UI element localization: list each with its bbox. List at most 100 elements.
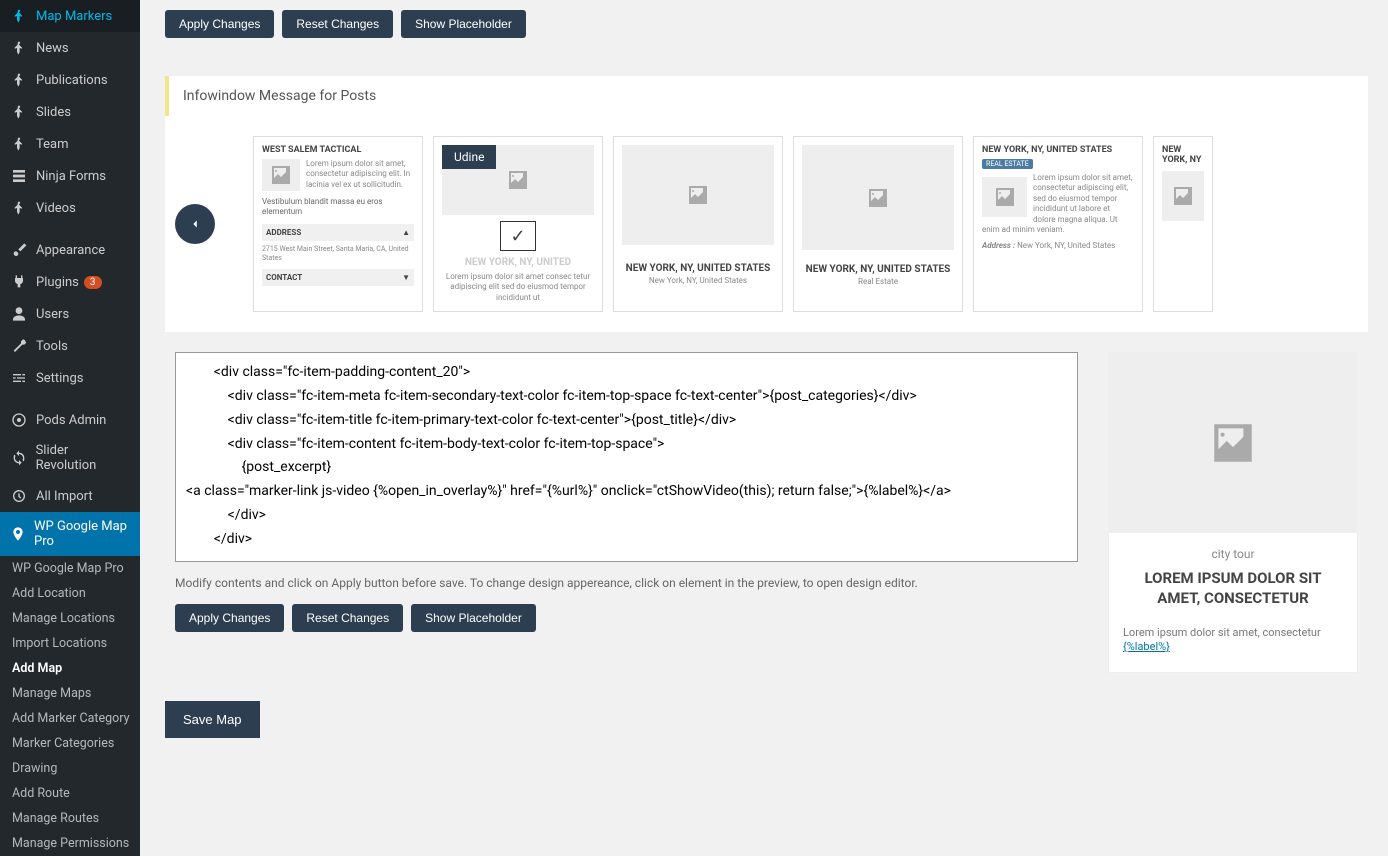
preview-card[interactable]: city tour LOREM IPSUM DOLOR SIT AMET, CO… <box>1108 352 1358 673</box>
sidebar-item-ninja-forms[interactable]: Ninja Forms <box>0 160 140 192</box>
sidebar-item-label: Tools <box>36 339 68 354</box>
sidebar-item-team[interactable]: Team <box>0 128 140 160</box>
image-placeholder-icon <box>262 159 300 191</box>
card-subtitle: Real Estate <box>802 277 954 286</box>
submenu-drawing[interactable]: Drawing <box>0 756 140 781</box>
editor-area: Modify contents and click on Apply butto… <box>165 332 1368 683</box>
update-badge: 3 <box>84 276 102 289</box>
refresh-icon <box>10 449 28 467</box>
sidebar-item-plugins[interactable]: Plugins3 <box>0 266 140 298</box>
user-icon <box>10 305 28 323</box>
pin-icon <box>10 103 28 121</box>
sidebar-item-videos[interactable]: Videos <box>0 192 140 224</box>
submenu-add-map[interactable]: Add Map <box>0 656 140 681</box>
import-icon <box>10 487 28 505</box>
card-address: 2715 West Main Street, Santa Maria, CA, … <box>262 245 414 263</box>
sidebar-item-label: WP Google Map Pro <box>34 519 130 549</box>
preview-title: LOREM IPSUM DOLOR SIT AMET, CONSECTETUR <box>1123 569 1343 608</box>
card-text: Vestibulum blandit massa eu eros element… <box>262 197 414 218</box>
sidebar-item-label: All Import <box>36 489 93 504</box>
apply-changes-button[interactable]: Apply Changes <box>165 10 274 38</box>
sidebar-item-tools[interactable]: Tools <box>0 330 140 362</box>
admin-sidebar: Map Markers News Publications Slides Tea… <box>0 0 140 856</box>
preview-category: city tour <box>1123 547 1343 561</box>
submenu-manage-locations[interactable]: Manage Locations <box>0 606 140 631</box>
sidebar-item-wp-google-map-pro[interactable]: WP Google Map Pro <box>0 512 140 556</box>
sidebar-item-label: Users <box>36 307 69 322</box>
top-button-row: Apply Changes Reset Changes Show Placeho… <box>165 0 1368 56</box>
chevron-left-icon <box>188 217 202 231</box>
pods-icon <box>10 411 28 429</box>
pin-icon <box>10 71 28 89</box>
chevron-down-icon: ▼ <box>402 273 410 282</box>
sidebar-item-label: Videos <box>36 201 76 216</box>
sidebar-item-label: Publications <box>36 73 108 88</box>
wrench-icon <box>10 337 28 355</box>
show-placeholder-button[interactable]: Show Placeholder <box>411 604 536 632</box>
reset-changes-button[interactable]: Reset Changes <box>282 10 393 38</box>
sidebar-item-label: Pods Admin <box>36 413 106 428</box>
sidebar-item-label: Appearance <box>36 243 105 258</box>
sidebar-item-slider-revolution[interactable]: Slider Revolution <box>0 436 140 480</box>
sidebar-item-users[interactable]: Users <box>0 298 140 330</box>
main-content: Apply Changes Reset Changes Show Placeho… <box>140 0 1388 856</box>
sidebar-item-pods-admin[interactable]: Pods Admin <box>0 404 140 436</box>
sidebar-item-all-import[interactable]: All Import <box>0 480 140 512</box>
template-card-1[interactable]: WEST SALEM TACTICAL Lorem ipsum dolor si… <box>253 136 423 312</box>
submenu-add-marker-category[interactable]: Add Marker Category <box>0 706 140 731</box>
sidebar-item-publications[interactable]: Publications <box>0 64 140 96</box>
sidebar-item-news[interactable]: News <box>0 32 140 64</box>
card-address: Address : New York, NY, United States <box>982 241 1134 251</box>
save-map-button[interactable]: Save Map <box>165 701 260 738</box>
image-placeholder-icon <box>1162 171 1204 221</box>
submenu-manage-routes[interactable]: Manage Routes <box>0 806 140 831</box>
template-carousel: WEST SALEM TACTICAL Lorem ipsum dolor si… <box>165 116 1368 332</box>
pin-icon <box>10 135 28 153</box>
card-text: Lorem ipsum dolor sit amet consec tetur … <box>442 272 594 303</box>
submenu-add-location[interactable]: Add Location <box>0 581 140 606</box>
brush-icon <box>10 241 28 259</box>
pin-icon <box>10 199 28 217</box>
submenu-manage-maps[interactable]: Manage Maps <box>0 681 140 706</box>
preview-link[interactable]: {%label%} <box>1123 640 1170 653</box>
map-icon <box>10 525 26 543</box>
pin-icon <box>10 39 28 57</box>
card-title: NEW YORK, NY, UNITED STATES <box>802 264 954 275</box>
card-badge: Udine <box>442 145 496 169</box>
help-text: Modify contents and click on Apply butto… <box>175 576 1078 590</box>
image-placeholder-icon <box>1109 353 1357 533</box>
template-card-4[interactable]: NEW YORK, NY, UNITED STATES Real Estate <box>793 136 963 312</box>
submenu-wp-google-map-pro[interactable]: WP Google Map Pro <box>0 556 140 581</box>
submenu-import-locations[interactable]: Import Locations <box>0 631 140 656</box>
carousel-prev-button[interactable] <box>175 204 215 244</box>
template-card-2[interactable]: Udine ✓ NEW YORK, NY, UNITED Lorem ipsum… <box>433 136 603 312</box>
card-address-header: ADDRESS▲ <box>262 224 414 241</box>
submenu-marker-categories[interactable]: Marker Categories <box>0 731 140 756</box>
sidebar-item-appearance[interactable]: Appearance <box>0 234 140 266</box>
chevron-up-icon: ▲ <box>402 228 410 237</box>
sidebar-item-label: Team <box>36 137 69 152</box>
slider-icon <box>10 369 28 387</box>
reset-changes-button[interactable]: Reset Changes <box>292 604 403 632</box>
sidebar-item-label: News <box>36 41 69 56</box>
preview-text: Lorem ipsum dolor sit amet, consectetur <box>1123 626 1343 639</box>
show-placeholder-button[interactable]: Show Placeholder <box>401 10 526 38</box>
pin-icon <box>10 7 28 25</box>
template-card-5[interactable]: NEW YORK, NY, UNITED STATES REAL ESTATE … <box>973 136 1143 312</box>
sidebar-submenu: WP Google Map Pro Add Location Manage Lo… <box>0 556 140 856</box>
submenu-manage-permissions[interactable]: Manage Permissions <box>0 831 140 856</box>
card-subtitle: New York, NY, United States <box>622 276 774 285</box>
card-title: NEW YORK, NY, UNITED STATES <box>982 145 1134 155</box>
card-title: NEW YORK, NY, UNITED STATES <box>622 263 774 274</box>
submenu-add-route[interactable]: Add Route <box>0 781 140 806</box>
code-editor[interactable] <box>175 352 1078 562</box>
card-title: NEW YORK, NY, UNITED <box>442 257 594 268</box>
sidebar-item-map-markers[interactable]: Map Markers <box>0 0 140 32</box>
image-placeholder-icon <box>622 145 774 245</box>
apply-changes-button[interactable]: Apply Changes <box>175 604 284 632</box>
template-card-6[interactable]: NEW YORK, NY <box>1153 136 1213 312</box>
sidebar-item-label: Slider Revolution <box>36 443 130 473</box>
sidebar-item-settings[interactable]: Settings <box>0 362 140 394</box>
sidebar-item-slides[interactable]: Slides <box>0 96 140 128</box>
template-card-3[interactable]: NEW YORK, NY, UNITED STATES New York, NY… <box>613 136 783 312</box>
